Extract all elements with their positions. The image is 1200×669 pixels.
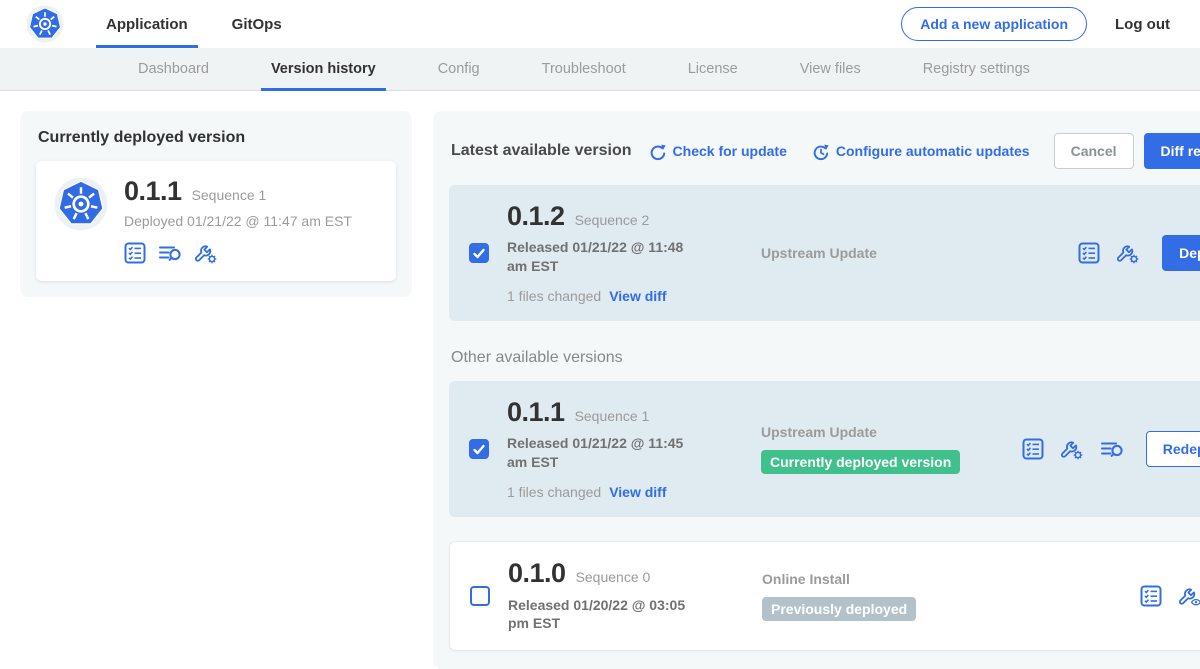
other-versions-title: Other available versions xyxy=(451,349,1200,367)
diff-releases-button[interactable]: Diff releases xyxy=(1144,133,1200,169)
checklist-icon[interactable] xyxy=(1078,242,1100,264)
checklist-icon[interactable] xyxy=(1140,585,1162,607)
checklist-icon[interactable] xyxy=(1022,438,1044,460)
checklist-icon[interactable] xyxy=(124,242,146,264)
subnav-item-license[interactable]: License xyxy=(678,48,748,90)
latest-version-title: Latest available version xyxy=(451,142,632,160)
logout-button[interactable]: Log out xyxy=(1115,16,1170,33)
deployed-timestamp: Deployed 01/21/22 @ 11:47 am EST xyxy=(124,213,352,229)
tab-gitops[interactable]: GitOps xyxy=(222,0,292,48)
wrench-gear-icon[interactable] xyxy=(194,241,218,265)
version-history-panel: Latest available version Check for updat… xyxy=(433,111,1200,669)
sequence-label: Sequence 2 xyxy=(575,212,650,228)
refresh-icon xyxy=(648,142,667,161)
version-source-label: Upstream Update xyxy=(761,245,1078,261)
version-checkbox[interactable] xyxy=(470,586,490,606)
files-changed-label: 1 files changed xyxy=(507,288,601,304)
previously-deployed-badge: Previously deployed xyxy=(762,597,916,621)
deployed-version-box: 0.1.1 Sequence 1 Deployed 01/21/22 @ 11:… xyxy=(36,161,396,281)
tab-gitops-label: GitOps xyxy=(232,16,282,33)
wrench-gear-icon[interactable] xyxy=(1116,241,1140,265)
app-kubernetes-icon xyxy=(54,177,108,231)
currently-deployed-badge: Currently deployed version xyxy=(761,450,960,474)
sequence-label: Sequence 0 xyxy=(576,569,651,585)
version-checkbox[interactable] xyxy=(469,243,489,263)
check-icon xyxy=(472,443,486,456)
subnav-item-config[interactable]: Config xyxy=(428,48,490,90)
files-changed-label: 1 files changed xyxy=(507,484,601,500)
version-number: 0.1.1 xyxy=(507,398,565,426)
released-timestamp: Released 01/21/22 @ 11:48 am EST xyxy=(507,238,707,276)
add-application-button[interactable]: Add a new application xyxy=(901,7,1087,41)
text-search-icon[interactable] xyxy=(1100,439,1124,459)
version-row-0-1-2: 0.1.2 Sequence 2 Released 01/21/22 @ 11:… xyxy=(449,185,1200,321)
cancel-button[interactable]: Cancel xyxy=(1054,133,1134,169)
deployed-version-number: 0.1.1 xyxy=(124,177,182,205)
view-diff-link[interactable]: View diff xyxy=(609,288,666,304)
configure-automatic-updates-button[interactable]: Configure automatic updates xyxy=(811,142,1030,161)
check-for-update-button[interactable]: Check for update xyxy=(648,142,787,161)
kubernetes-logo-icon xyxy=(26,5,64,43)
released-timestamp: Released 01/21/22 @ 11:45 am EST xyxy=(507,434,707,472)
version-number: 0.1.2 xyxy=(507,202,565,230)
tab-application[interactable]: Application xyxy=(96,0,198,48)
main-content: Currently deployed version 0.1.1 Sequenc… xyxy=(0,91,1200,669)
currently-deployed-card: Currently deployed version 0.1.1 Sequenc… xyxy=(20,111,412,297)
latest-version-header: Latest available version Check for updat… xyxy=(449,127,1200,171)
version-row-0-1-0: 0.1.0 Sequence 0 Released 01/20/22 @ 03:… xyxy=(449,541,1200,651)
deploy-button[interactable]: Deploy xyxy=(1162,235,1200,271)
subnav-item-troubleshoot[interactable]: Troubleshoot xyxy=(532,48,636,90)
wrench-eye-icon[interactable] xyxy=(1178,584,1200,608)
version-checkbox[interactable] xyxy=(469,439,489,459)
version-number: 0.1.0 xyxy=(508,559,566,587)
sequence-label: Sequence 1 xyxy=(575,408,650,424)
redeploy-button[interactable]: Redeploy xyxy=(1146,431,1200,467)
currently-deployed-title: Currently deployed version xyxy=(38,129,394,147)
released-timestamp: Released 01/20/22 @ 03:05 pm EST xyxy=(508,596,708,634)
wrench-gear-icon[interactable] xyxy=(1060,437,1084,461)
subnav-item-view-files[interactable]: View files xyxy=(790,48,871,90)
subnav-item-dashboard[interactable]: Dashboard xyxy=(128,48,219,90)
check-icon xyxy=(472,247,486,260)
subnav-item-version-history[interactable]: Version history xyxy=(261,48,386,90)
top-bar: Application GitOps Add a new application… xyxy=(0,0,1200,48)
tab-application-label: Application xyxy=(106,16,188,33)
version-source-label: Upstream Update xyxy=(761,424,1022,440)
scheduled-update-icon xyxy=(811,142,830,161)
text-search-icon[interactable] xyxy=(158,243,182,263)
version-row-0-1-1: 0.1.1 Sequence 1 Released 01/21/22 @ 11:… xyxy=(449,381,1200,517)
deployed-sequence-label: Sequence 1 xyxy=(192,187,267,203)
subnav-item-registry-settings[interactable]: Registry settings xyxy=(913,48,1040,90)
view-diff-link[interactable]: View diff xyxy=(609,484,666,500)
version-source-label: Online Install xyxy=(762,571,1140,587)
app-subnav: Dashboard Version history Config Trouble… xyxy=(0,48,1200,91)
